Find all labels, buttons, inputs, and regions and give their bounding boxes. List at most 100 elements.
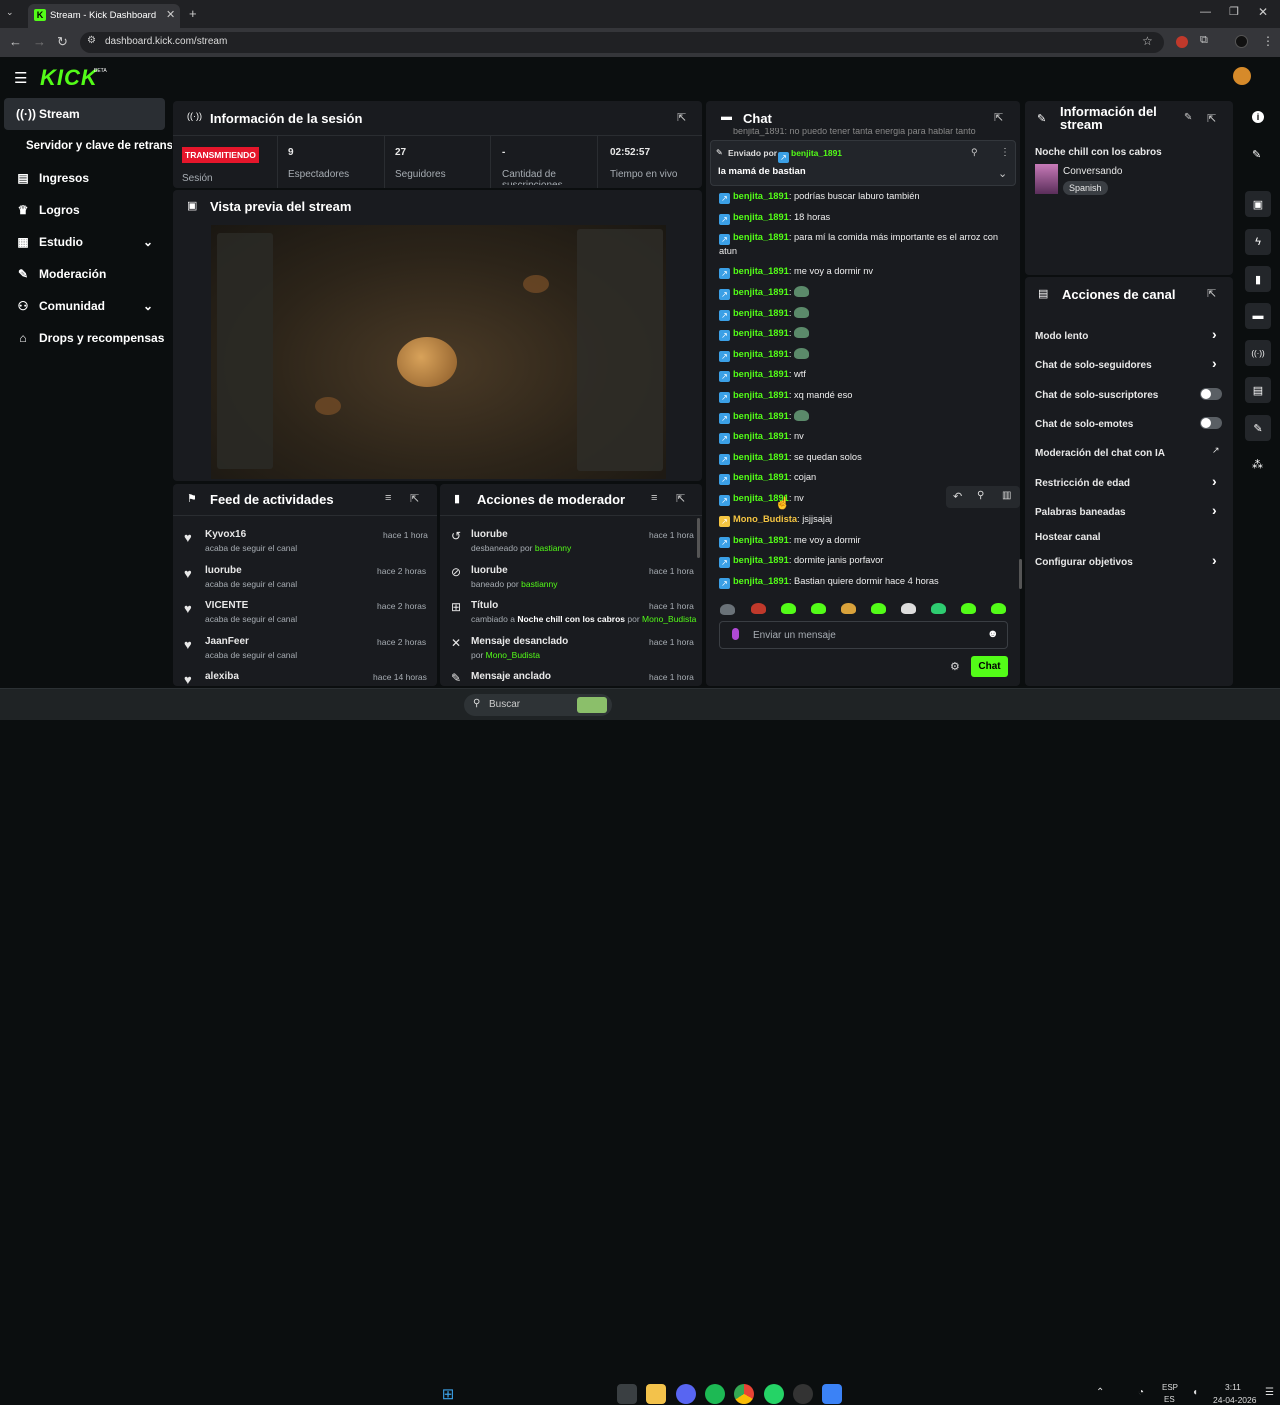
edit-icon[interactable]: ✎ <box>1252 148 1261 161</box>
category-name[interactable]: Conversando <box>1063 166 1122 177</box>
chat-username[interactable]: benjita_1891 <box>733 287 789 297</box>
profile-icon[interactable] <box>1235 35 1248 48</box>
microphone-icon[interactable] <box>732 628 739 640</box>
toggle-switch[interactable] <box>1200 417 1222 429</box>
chat-message[interactable]: ↗ benjita_1891: me voy a dormir <box>719 534 1009 548</box>
clock-time[interactable]: 3:11 <box>1225 1382 1241 1392</box>
emote-icon[interactable] <box>931 603 946 614</box>
browser-tab[interactable]: K Stream - Kick Dashboard ✕ <box>28 4 180 28</box>
chat-message[interactable]: ↗ benjita_1891: Bastian quiere dormir hac… <box>719 575 1009 589</box>
minimize-button[interactable]: — <box>1200 6 1211 18</box>
stream-preview-video[interactable] <box>211 225 666 479</box>
sidebar-item-drops[interactable]: ⌂ Drops y recompensas <box>4 322 165 354</box>
discord-icon[interactable] <box>676 1384 696 1404</box>
emote-icon[interactable] <box>811 603 826 614</box>
chat-message[interactable]: ↗ benjita_1891: para mí la comida más imp… <box>719 231 1009 258</box>
pinned-message[interactable]: ✎ Enviado por ↗ benjita_1891 la mamá de … <box>710 140 1016 186</box>
chat-username[interactable]: Mono_Budista <box>733 514 797 524</box>
list-item[interactable]: ♥ JaanFeer acaba de seguir el canal hace… <box>183 634 433 666</box>
mod-log-icon[interactable]: ▮ <box>1245 266 1271 292</box>
chat-message[interactable]: ↗ benjita_1891: <box>719 307 1009 321</box>
windows-start-icon[interactable]: ⊞ <box>438 1384 458 1404</box>
popout-icon[interactable]: ⇱ <box>1207 112 1216 125</box>
chat-username[interactable]: benjita_1891 <box>733 535 789 545</box>
sidebar-item-comunidad[interactable]: ⚇ Comunidad ⌄ <box>4 290 165 322</box>
more-options-icon[interactable]: ⋮ <box>1000 147 1010 158</box>
sidebar-item-stream[interactable]: ((·)) Stream <box>4 98 165 130</box>
forward-icon[interactable]: → <box>33 34 46 49</box>
close-tab-icon[interactable]: ✕ <box>166 8 175 21</box>
action-hostear-canal[interactable]: Hostear canal <box>1035 529 1225 547</box>
popout-icon[interactable]: ⇱ <box>410 492 419 505</box>
chat-username[interactable]: benjita_1891 <box>733 431 789 441</box>
emote-icon[interactable] <box>720 604 735 615</box>
popout-icon[interactable]: ⇱ <box>677 111 686 124</box>
sidebar-item-moderacion[interactable]: ✎ Moderación <box>4 258 165 290</box>
list-item[interactable]: ✎ Mensaje anclado hace 1 hora <box>450 669 694 685</box>
wrench-widget-icon[interactable]: ✎ <box>1245 415 1271 441</box>
chevron-down-icon[interactable]: ⌄ <box>998 167 1007 180</box>
sidebar-item-server-key[interactable]: Servidor y clave de retransn <box>4 130 172 162</box>
action-palabras-baneadas[interactable]: Palabras baneadas › <box>1035 502 1225 522</box>
toggle-switch[interactable] <box>1200 388 1222 400</box>
emote-icon[interactable] <box>781 603 796 614</box>
new-tab-button[interactable]: + <box>189 6 197 21</box>
sidebar-item-ingresos[interactable]: ▤ Ingresos <box>4 162 165 194</box>
chat-message[interactable]: ↗ benjita_1891: 18 horas <box>719 211 1009 225</box>
chat-username[interactable]: benjita_1891 <box>733 555 789 565</box>
list-item[interactable]: ♥ VICENTE acaba de seguir el canal hace … <box>183 598 433 630</box>
chat-username[interactable]: benjita_1891 <box>733 369 789 379</box>
browser-menu-icon[interactable]: ⋮ <box>1262 34 1274 48</box>
chat-message[interactable]: ↗ benjita_1891: <box>719 327 1009 341</box>
mod-desc-user[interactable]: bastianny <box>535 543 571 553</box>
chat-username[interactable]: benjita_1891 <box>733 349 789 359</box>
extensions-puzzle-icon[interactable]: ⧉ <box>1200 34 1208 47</box>
chat-message[interactable]: ↗ benjita_1891: cojan <box>719 471 1009 485</box>
bookmark-star-icon[interactable]: ☆ <box>1142 34 1153 48</box>
chat-username[interactable]: benjita_1891 <box>733 232 789 242</box>
chat-username[interactable]: benjita_1891 <box>733 191 789 201</box>
unpin-pin-icon[interactable]: ⚲ <box>971 147 978 158</box>
emote-icon[interactable] <box>751 603 766 614</box>
action-modo-lento[interactable]: Modo lento › <box>1035 326 1225 346</box>
chat-username[interactable]: benjita_1891 <box>733 472 789 482</box>
mod-desc-user[interactable]: Mono_Budista <box>486 650 540 660</box>
sidebar-item-logros[interactable]: ♛ Logros <box>4 194 165 226</box>
chat-message[interactable]: ↗ benjita_1891: me voy a dormir nv <box>719 265 1009 279</box>
file-explorer-icon[interactable] <box>646 1384 666 1404</box>
pin-message-icon[interactable]: ⚲ <box>977 490 984 501</box>
chat-message[interactable]: ↗ Mono_Budista: jsjjsajaj <box>719 513 1009 527</box>
sidebar-item-estudio[interactable]: ▦ Estudio ⌄ <box>4 226 165 258</box>
emote-icon[interactable] <box>871 603 886 614</box>
chat-message[interactable]: ↗ benjita_1891: podrías buscar laburo tam… <box>719 190 1009 204</box>
broadcast-widget-icon[interactable]: ((·)) <box>1245 340 1271 366</box>
chat-username[interactable]: benjita_1891 <box>733 452 789 462</box>
obs-icon[interactable] <box>793 1384 813 1404</box>
whatsapp-icon[interactable] <box>764 1384 784 1404</box>
delete-icon[interactable]: ▥ <box>1002 490 1011 501</box>
reload-icon[interactable]: ↻ <box>57 34 68 50</box>
chat-username[interactable]: benjita_1891 <box>733 328 789 338</box>
info-icon[interactable]: i <box>1252 111 1264 123</box>
list-item[interactable]: ♥ alexiba hace 14 horas <box>183 669 433 685</box>
send-chat-button[interactable]: Chat <box>971 656 1008 677</box>
chat-message[interactable]: ↗ benjita_1891: wtf <box>719 368 1009 382</box>
mod-desc-user[interactable]: bastianny <box>521 579 557 589</box>
chat-username[interactable]: benjita_1891 <box>733 266 789 276</box>
chat-settings-icon[interactable]: ⚙ <box>950 660 960 673</box>
reply-icon[interactable]: ↶ <box>953 490 962 503</box>
chat-username[interactable]: benjita_1891 <box>733 411 789 421</box>
url-field[interactable]: ⚙ dashboard.kick.com/stream ☆ <box>80 32 1164 53</box>
chat-username[interactable]: benjita_1891 <box>733 576 789 586</box>
action-moderacion-ia[interactable]: Moderación del chat con IA ↗ <box>1035 445 1225 463</box>
pinned-user[interactable]: benjita_1891 <box>791 148 842 158</box>
drops-icon[interactable]: ⁂ <box>1252 458 1263 471</box>
emote-icon[interactable] <box>991 603 1006 614</box>
chat-message[interactable]: ↗ benjita_1891: se quedan solos <box>719 451 1009 465</box>
notification-icon[interactable]: ☰ <box>1265 1387 1274 1398</box>
list-item[interactable]: ⊘ luorube baneado por bastianny hace 1 h… <box>450 563 694 595</box>
user-avatar[interactable] <box>1233 67 1251 85</box>
popout-icon[interactable]: ⇱ <box>994 111 1003 124</box>
kick-logo[interactable]: KICK <box>40 65 98 91</box>
action-solo-suscriptores[interactable]: Chat de solo-suscriptores <box>1035 387 1225 405</box>
